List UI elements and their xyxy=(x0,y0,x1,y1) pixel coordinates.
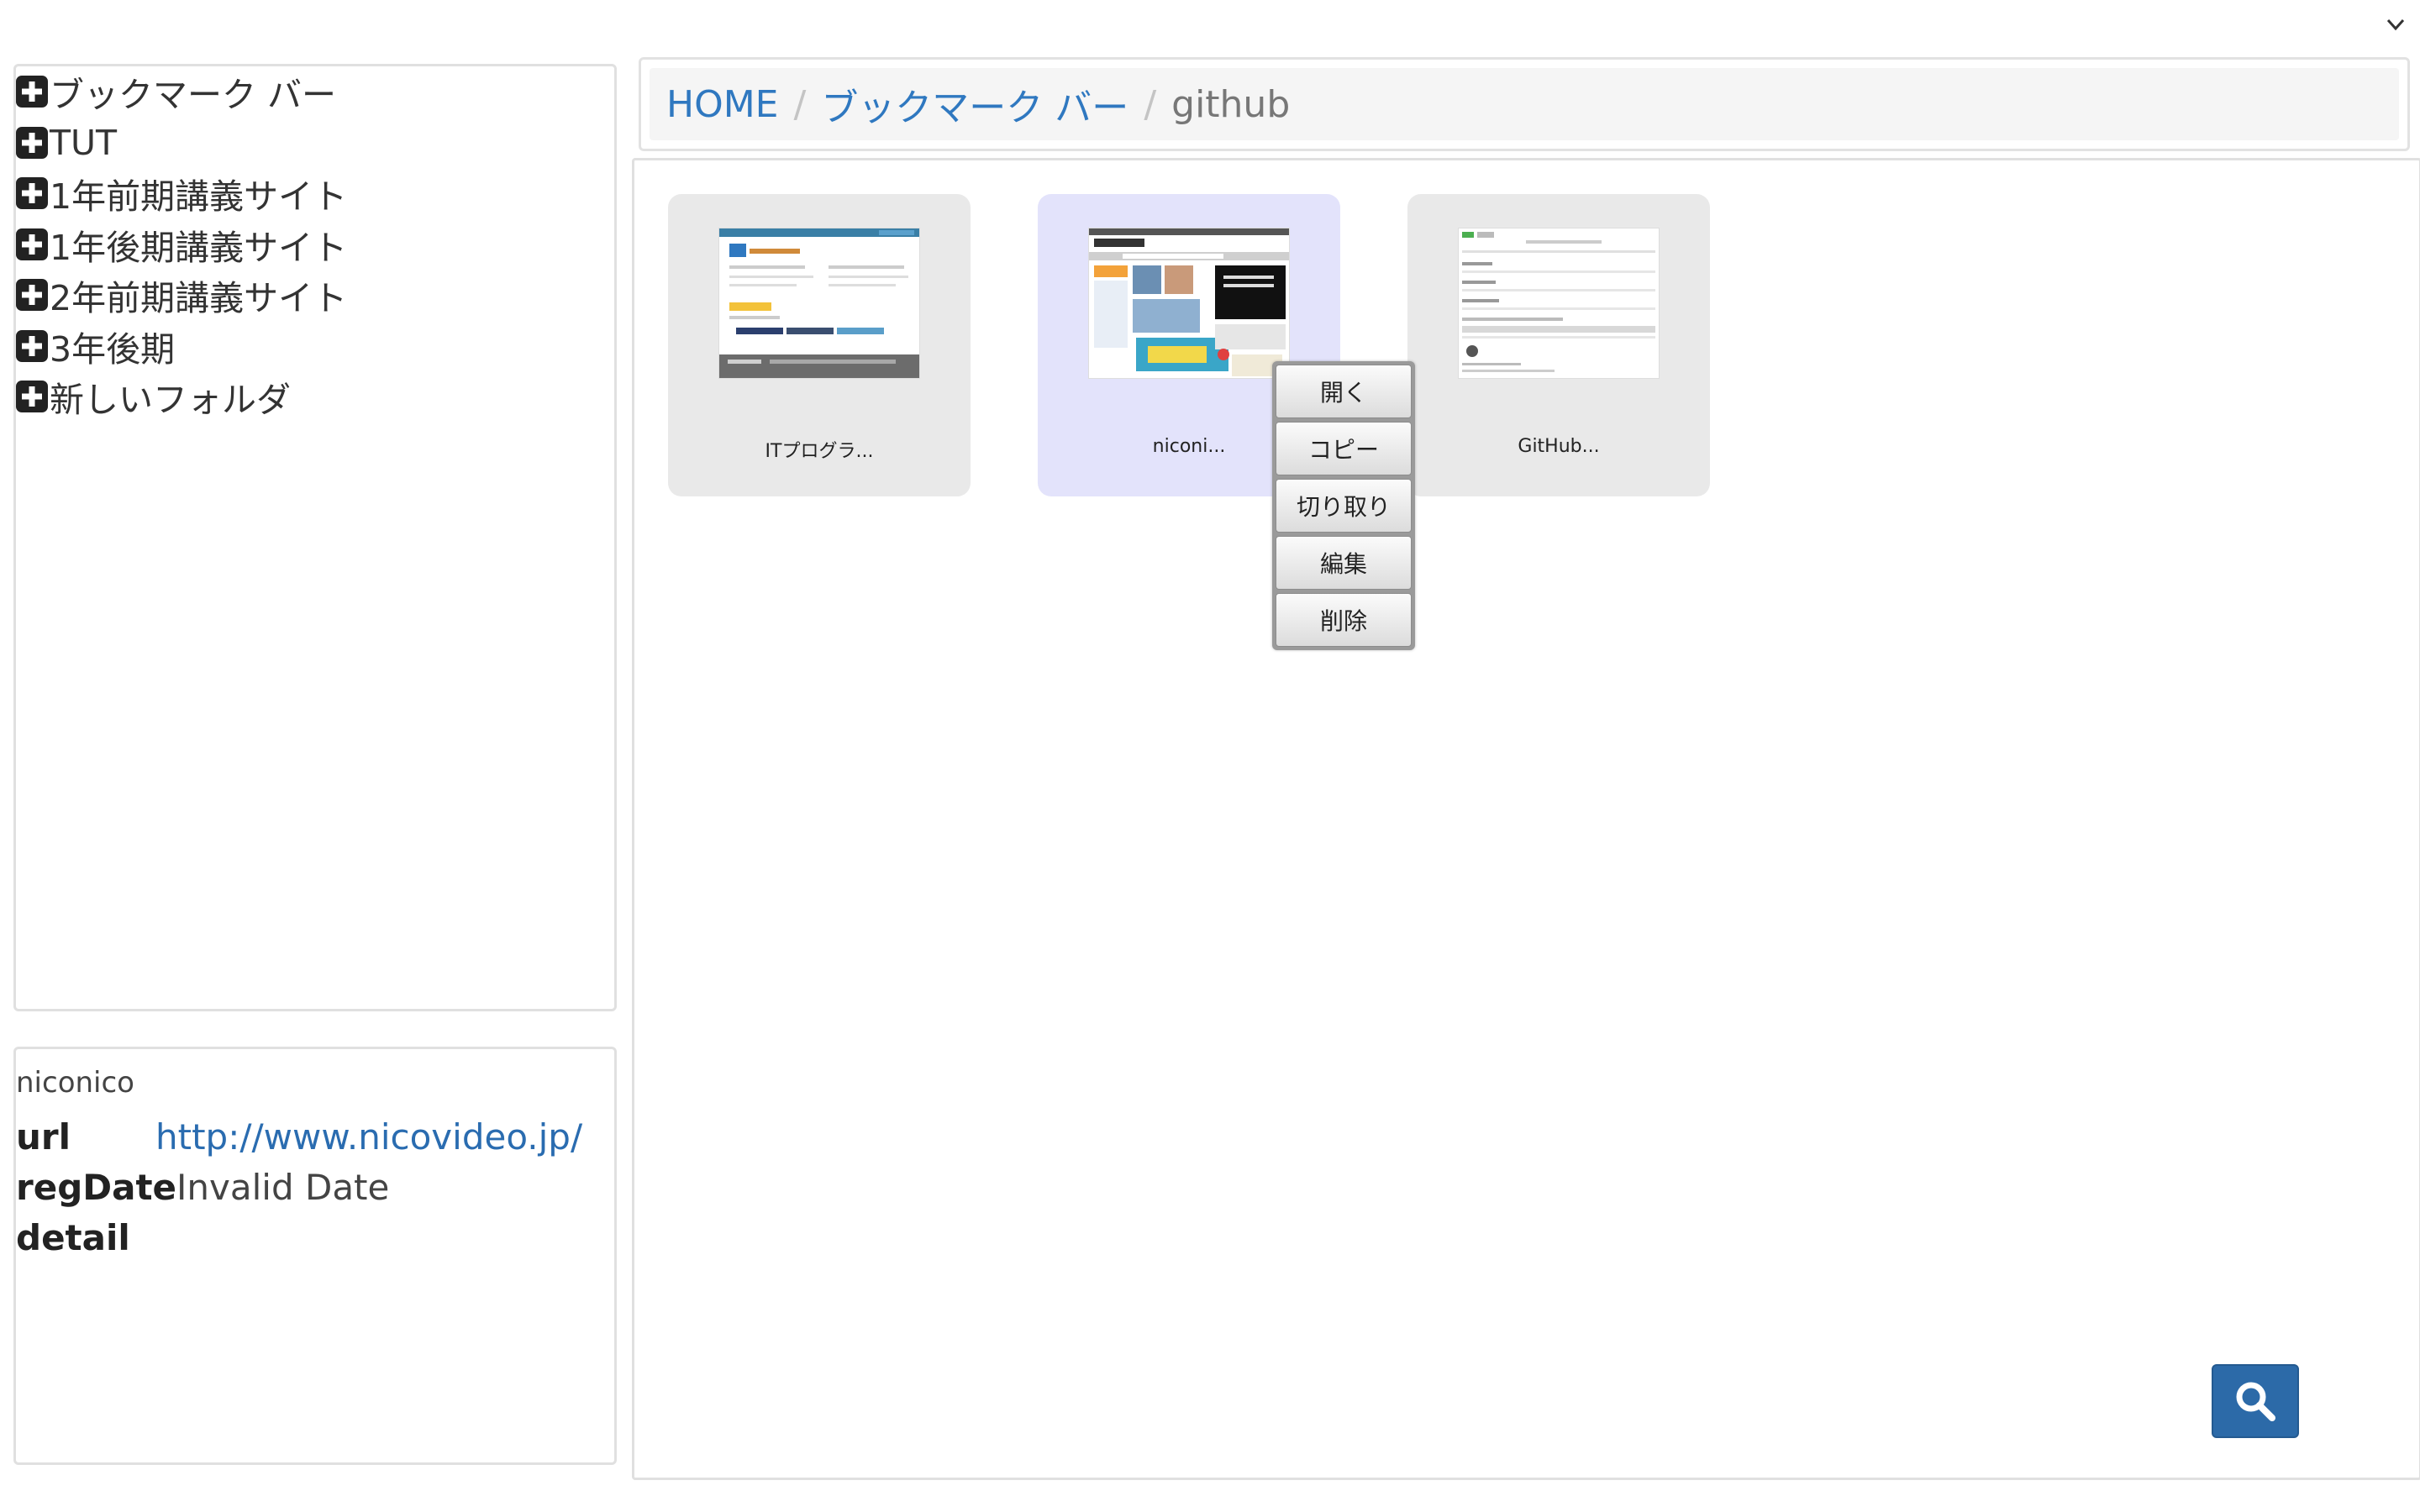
menu-item-edit[interactable]: 編集 xyxy=(1276,536,1412,590)
detail-regdate-key: regDate xyxy=(16,1167,177,1208)
tree-item-tut[interactable]: TUT xyxy=(16,118,614,169)
tree-item-label: 新しいフォルダ xyxy=(50,380,291,421)
breadcrumb-separator: / xyxy=(1144,82,1157,126)
breadcrumb-separator: / xyxy=(793,82,807,126)
breadcrumb-folder[interactable]: ブックマーク バー xyxy=(821,77,1128,131)
chevron-down-icon[interactable] xyxy=(2383,12,2408,37)
menu-item-copy[interactable]: コピー xyxy=(1276,422,1412,475)
detail-url-link[interactable]: http://www.nicovideo.jp/ xyxy=(155,1116,582,1158)
breadcrumb-container: HOME / ブックマーク バー / github xyxy=(639,57,2410,151)
plus-square-icon[interactable] xyxy=(16,279,48,312)
detail-regdate-row: regDateInvalid Date xyxy=(16,1167,389,1208)
tree-item-label: 3年後期 xyxy=(50,328,176,370)
bookmark-detail-panel: niconico url http://www.nicovideo.jp/ reg… xyxy=(13,1047,617,1465)
detail-detail-key: detail xyxy=(16,1217,130,1258)
tree-item-label: 1年前期講義サイト xyxy=(50,176,348,218)
search-button[interactable] xyxy=(2212,1364,2299,1438)
bookmark-card[interactable]: ITプログラ... xyxy=(668,194,971,496)
detail-detail-row: detail xyxy=(16,1217,130,1258)
context-menu: 開く コピー 切り取り 編集 削除 xyxy=(1272,361,1415,650)
bookmark-card-label: GitHub... xyxy=(1518,436,1600,457)
tree-item-2nd-year-first-term[interactable]: 2年前期講義サイト xyxy=(16,270,614,321)
tree-item-3rd-year-second-term[interactable]: 3年後期 xyxy=(16,321,614,372)
plus-square-icon[interactable] xyxy=(16,126,48,159)
tree-item-label: 1年後期講義サイト xyxy=(50,227,348,268)
plus-square-icon[interactable] xyxy=(16,228,48,260)
tree-item-1st-year-first-term[interactable]: 1年前期講義サイト xyxy=(16,168,614,219)
menu-item-open[interactable]: 開く xyxy=(1276,365,1412,418)
menu-item-cut[interactable]: 切り取り xyxy=(1276,479,1412,533)
plus-square-icon[interactable] xyxy=(16,329,48,362)
search-icon xyxy=(2236,1382,2275,1421)
tree-item-new-folder[interactable]: 新しいフォルダ xyxy=(16,371,614,423)
breadcrumb-current: github xyxy=(1171,82,1291,126)
bookmark-card[interactable]: GitHub... xyxy=(1407,194,1710,496)
plus-square-icon[interactable] xyxy=(16,76,48,108)
tree-item-label: TUT xyxy=(50,122,118,163)
detail-url-key: url xyxy=(16,1116,71,1158)
bookmark-card-label: ITプログラ... xyxy=(765,441,874,462)
breadcrumb-home[interactable]: HOME xyxy=(666,83,778,126)
tree-item-1st-year-second-term[interactable]: 1年後期講義サイト xyxy=(16,219,614,270)
tree-item-label: ブックマーク バー xyxy=(50,75,337,116)
detail-regdate-value: Invalid Date xyxy=(176,1167,390,1208)
breadcrumb: HOME / ブックマーク バー / github xyxy=(650,68,2399,140)
bookmark-thumbnail xyxy=(1458,228,1660,379)
menu-item-delete[interactable]: 削除 xyxy=(1276,593,1412,647)
bookmark-thumbnail xyxy=(1088,228,1290,379)
plus-square-icon[interactable] xyxy=(16,381,48,413)
bookmark-grid-panel: ITプログラ... niconi... GitHub... xyxy=(632,158,2420,1480)
folder-tree-panel: ブックマーク バー TUT 1年前期講義サイト 1年後期講義サイト 2年前期講義… xyxy=(13,64,617,1011)
bookmark-thumbnail xyxy=(718,228,920,379)
folder-tree: ブックマーク バー TUT 1年前期講義サイト 1年後期講義サイト 2年前期講義… xyxy=(16,66,614,423)
detail-title: niconico xyxy=(16,1066,134,1100)
detail-url-row: url http://www.nicovideo.jp/ xyxy=(16,1116,582,1158)
tree-item-bookmark-bar[interactable]: ブックマーク バー xyxy=(16,66,614,118)
plus-square-icon[interactable] xyxy=(16,177,48,210)
tree-item-label: 2年前期講義サイト xyxy=(50,278,348,319)
